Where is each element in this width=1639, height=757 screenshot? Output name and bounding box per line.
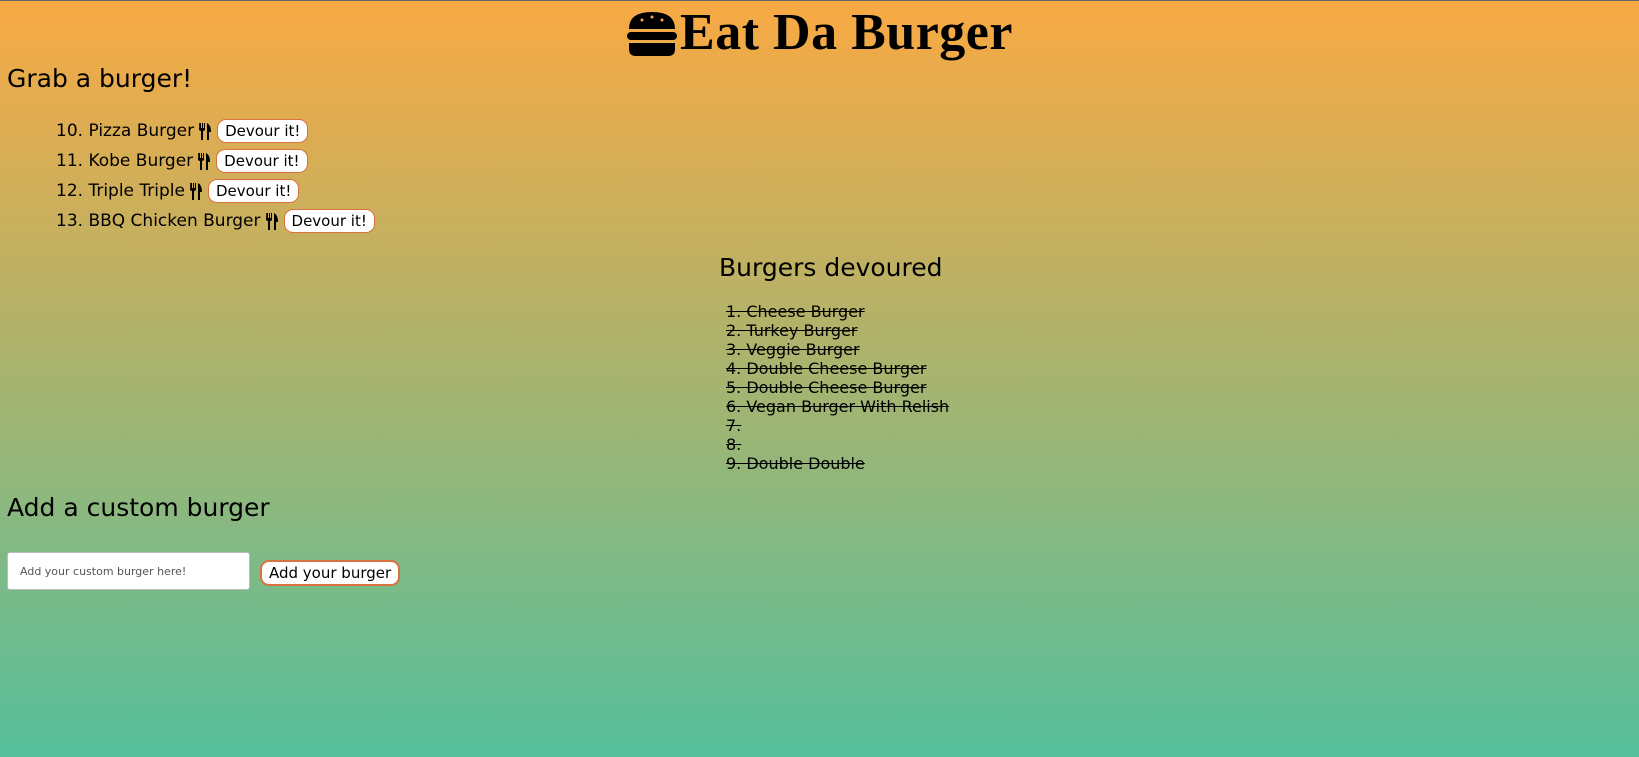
list-item: 13. BBQ Chicken Burger Devour it! (56, 206, 375, 236)
burger-name: 13. BBQ Chicken Burger (56, 211, 261, 231)
page-header: Eat Da Burger (0, 5, 1639, 61)
grab-burger-heading: Grab a burger! (7, 64, 193, 93)
devour-button[interactable]: Devour it! (217, 119, 309, 143)
list-item: 12. Triple Triple Devour it! (56, 176, 375, 206)
devoured-item: 6. Vegan Burger With Relish (726, 397, 950, 416)
page-title: Eat Da Burger (680, 4, 1013, 61)
fork-knife-icon (190, 182, 202, 200)
fork-knife-icon (265, 212, 278, 230)
devoured-item: 5. Double Cheese Burger (726, 378, 927, 397)
custom-burger-input[interactable] (7, 552, 250, 590)
devoured-item: 7. (726, 416, 742, 435)
list-item: 11. Kobe Burger Devour it! (56, 146, 375, 176)
available-burger-list: 10. Pizza Burger Devour it! 11. Kobe Bur… (56, 116, 375, 236)
devoured-item: 8. (726, 435, 742, 454)
burger-name: 10. Pizza Burger (56, 121, 195, 141)
devour-button[interactable]: Devour it! (216, 149, 308, 173)
devoured-burger-list: 1. Cheese Burger 2. Turkey Burger 3. Veg… (726, 302, 949, 473)
fork-knife-icon (199, 122, 212, 140)
devoured-item: 9. Double Double (726, 454, 865, 473)
devoured-item: 4. Double Cheese Burger (726, 359, 927, 378)
devoured-item: 3. Veggie Burger (726, 340, 860, 359)
add-burger-button[interactable]: Add your burger (260, 560, 401, 586)
burger-name: 11. Kobe Burger (56, 151, 194, 171)
devoured-item: 2. Turkey Burger (726, 321, 858, 340)
devoured-heading: Burgers devoured (719, 253, 943, 282)
devoured-item: 1. Cheese Burger (726, 302, 865, 321)
devour-button[interactable]: Devour it! (208, 179, 300, 203)
list-item: 10. Pizza Burger Devour it! (56, 116, 375, 146)
fork-knife-icon (198, 152, 211, 170)
hamburger-icon (627, 12, 678, 56)
devour-button[interactable]: Devour it! (283, 209, 375, 233)
burger-name: 12. Triple Triple (56, 181, 185, 201)
custom-burger-heading: Add a custom burger (7, 493, 270, 522)
